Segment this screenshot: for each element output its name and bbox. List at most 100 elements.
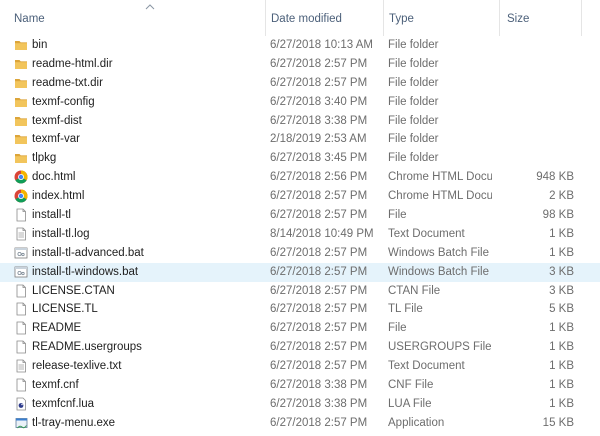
text-file-icon <box>14 359 28 373</box>
file-size: 3 KB <box>549 284 574 297</box>
file-size <box>500 93 574 112</box>
file-icon <box>14 302 28 316</box>
file-type: File folder <box>388 133 439 146</box>
file-date-modified: 6/27/2018 3:45 PM <box>270 152 368 165</box>
file-date-modified: 6/27/2018 2:57 PM <box>270 322 368 335</box>
lua-file-icon <box>14 397 28 411</box>
column-header-type[interactable]: Type <box>389 0 493 36</box>
file-date-modified: 6/27/2018 2:57 PM <box>270 303 368 316</box>
column-divider[interactable] <box>383 0 384 36</box>
file-date-modified: 6/27/2018 2:57 PM <box>270 57 368 70</box>
column-divider[interactable] <box>265 0 266 36</box>
file-row[interactable]: install-tl-windows.bat 6/27/2018 2:57 PM W… <box>0 262 600 282</box>
file-name: tlpkg <box>32 152 57 165</box>
column-divider[interactable] <box>581 0 582 36</box>
file-name: texmfcnf.lua <box>32 397 94 410</box>
file-row[interactable]: texmf-var 2/18/2019 2:53 AM File folder <box>0 130 600 149</box>
file-type: Windows Batch File <box>388 265 489 278</box>
file-date-modified: 2/18/2019 2:53 AM <box>270 133 367 146</box>
file-row[interactable]: install-tl.log 8/14/2018 10:49 PM Text Doc… <box>0 225 600 244</box>
file-type: File folder <box>388 57 439 70</box>
file-row[interactable]: readme-html.dir 6/27/2018 2:57 PM File fol… <box>0 55 600 74</box>
chrome-icon <box>14 170 28 184</box>
file-type: Windows Batch File <box>388 246 489 259</box>
file-date-modified: 6/27/2018 2:57 PM <box>270 76 368 89</box>
file-type: Text Document <box>388 360 465 373</box>
file-type: USERGROUPS File <box>388 341 492 354</box>
file-row[interactable]: LICENSE.TL 6/27/2018 2:57 PM TL File 5 KB <box>0 300 600 319</box>
column-divider[interactable] <box>499 0 500 36</box>
file-date-modified: 8/14/2018 10:49 PM <box>270 227 374 240</box>
folder-icon <box>14 38 28 52</box>
file-date-modified: 6/27/2018 2:57 PM <box>270 190 368 203</box>
file-size: 1 KB <box>549 341 574 354</box>
file-row[interactable]: texmf-config 6/27/2018 3:40 PM File folder <box>0 93 600 112</box>
file-row[interactable]: readme-txt.dir 6/27/2018 2:57 PM File fold… <box>0 74 600 93</box>
file-size <box>500 130 574 149</box>
column-header-bar: Name Date modified Type Size <box>0 0 600 36</box>
file-row[interactable]: texmf-dist 6/27/2018 3:38 PM File folder <box>0 112 600 131</box>
folder-icon <box>14 114 28 128</box>
folder-icon <box>14 132 28 146</box>
file-row[interactable]: tlpkg 6/27/2018 3:45 PM File folder <box>0 149 600 168</box>
file-row[interactable]: texmf.cnf 6/27/2018 3:38 PM CNF File 1 KB <box>0 376 600 395</box>
folder-icon <box>14 57 28 71</box>
file-size: 5 KB <box>549 303 574 316</box>
file-row[interactable]: bin 6/27/2018 10:13 AM File folder <box>0 36 600 55</box>
file-row[interactable]: doc.html 6/27/2018 2:56 PM Chrome HTML Doc… <box>0 168 600 187</box>
file-name: install-tl-windows.bat <box>32 265 139 278</box>
file-name: README.usergroups <box>32 341 142 354</box>
file-type: File folder <box>388 152 439 165</box>
file-date-modified: 6/27/2018 3:40 PM <box>270 95 368 108</box>
column-header-date[interactable]: Date modified <box>271 0 381 36</box>
file-size: 1 KB <box>549 322 574 335</box>
file-row[interactable]: tl-tray-menu.exe 6/27/2018 2:57 PM Applica… <box>0 414 600 433</box>
file-name: install-tl <box>32 209 71 222</box>
file-size: 2 KB <box>549 190 574 203</box>
file-type: File <box>388 322 407 335</box>
file-date-modified: 6/27/2018 2:56 PM <box>270 171 368 184</box>
file-name: readme-html.dir <box>32 57 113 70</box>
column-header-name[interactable]: Name <box>14 0 264 36</box>
file-size <box>500 149 574 168</box>
file-row[interactable]: texmfcnf.lua 6/27/2018 3:38 PM LUA File 1 K… <box>0 395 600 414</box>
file-type: File folder <box>388 76 439 89</box>
file-size <box>500 74 574 93</box>
file-name: install-tl-advanced.bat <box>32 246 144 259</box>
file-date-modified: 6/27/2018 3:38 PM <box>270 114 368 127</box>
file-size: 1 KB <box>549 227 574 240</box>
file-row[interactable]: release-texlive.txt 6/27/2018 2:57 PM Text… <box>0 357 600 376</box>
file-type: Text Document <box>388 227 465 240</box>
file-size: 1 KB <box>549 379 574 392</box>
file-size: 1 KB <box>549 397 574 410</box>
file-name: install-tl.log <box>32 227 90 240</box>
file-row[interactable]: README 6/27/2018 2:57 PM File 1 KB <box>0 319 600 338</box>
file-date-modified: 6/27/2018 3:38 PM <box>270 397 368 410</box>
file-row[interactable]: index.html 6/27/2018 2:57 PM Chrome HTML D… <box>0 187 600 206</box>
file-type: LUA File <box>388 397 432 410</box>
file-date-modified: 6/27/2018 2:57 PM <box>270 209 368 222</box>
file-name: texmf-var <box>32 133 80 146</box>
file-date-modified: 6/27/2018 2:57 PM <box>270 341 368 354</box>
file-size: 1 KB <box>549 360 574 373</box>
file-row[interactable]: README.usergroups 6/27/2018 2:57 PM USERGR… <box>0 338 600 357</box>
text-file-icon <box>14 227 28 241</box>
file-name: texmf-dist <box>32 114 82 127</box>
file-size: 948 KB <box>536 171 574 184</box>
file-name: texmf-config <box>32 95 95 108</box>
file-row[interactable]: install-tl 6/27/2018 2:57 PM File 98 KB <box>0 206 600 225</box>
column-header-size[interactable]: Size <box>507 0 577 36</box>
file-size: 98 KB <box>542 209 574 222</box>
file-name: release-texlive.txt <box>32 360 122 373</box>
file-row[interactable]: LICENSE.CTAN 6/27/2018 2:57 PM CTAN File 3 … <box>0 282 600 301</box>
file-type: Application <box>388 416 445 429</box>
file-size <box>500 112 574 131</box>
file-name: LICENSE.TL <box>32 303 98 316</box>
file-icon <box>14 321 28 335</box>
column-header-size-label: Size <box>507 13 530 25</box>
file-name: LICENSE.CTAN <box>32 284 115 297</box>
file-type: Chrome HTML Docu... <box>388 190 492 203</box>
column-header-date-label: Date modified <box>271 13 342 25</box>
file-row[interactable]: install-tl-advanced.bat 6/27/2018 2:57 PM… <box>0 244 600 263</box>
file-type: CNF File <box>388 379 434 392</box>
